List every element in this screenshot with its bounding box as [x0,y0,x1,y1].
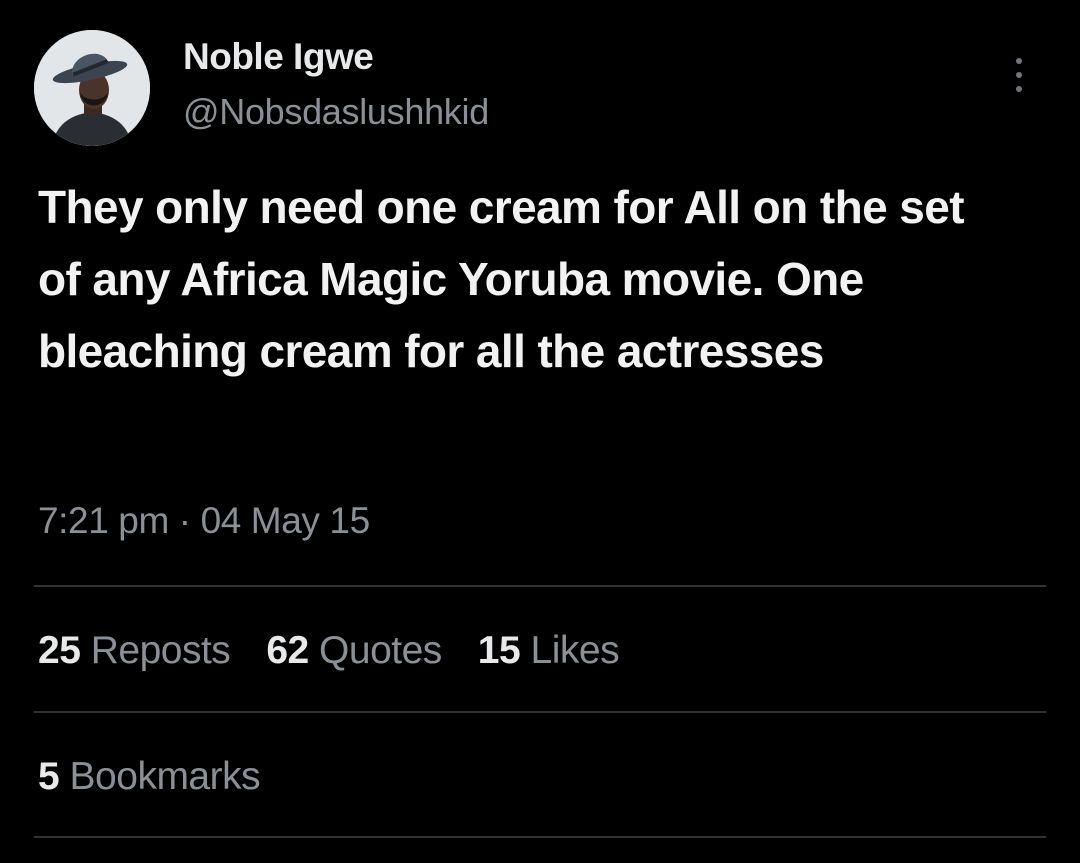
more-options-icon[interactable] [1006,56,1030,96]
author-handle[interactable]: @Nobsdaslushhkid [183,91,489,133]
author-name[interactable]: Noble Igwe [183,36,374,78]
reposts-stat[interactable]: 25 Reposts [38,629,231,673]
divider [34,836,1046,838]
quotes-label: Quotes [319,629,442,672]
tweet-detail: Noble Igwe @Nobsdaslushhkid They only ne… [0,0,1080,863]
divider [34,585,1046,587]
bookmarks-stat[interactable]: 5 Bookmarks [38,755,261,799]
avatar-image [34,30,150,146]
tweet-timestamp[interactable]: 7:21 pm · 04 May 15 [38,500,370,542]
quotes-stat[interactable]: 62 Quotes [266,629,442,673]
likes-label: Likes [530,629,620,672]
bookmarks-count: 5 [38,755,60,798]
divider [34,711,1046,713]
tweet-text: They only need one cream for All on the … [38,181,965,377]
reposts-label: Reposts [90,629,231,672]
reposts-count: 25 [38,629,81,672]
bookmarks-label: Bookmarks [69,755,261,798]
engagement-stats: 25 Reposts 62 Quotes 15 Likes [38,629,655,673]
likes-stat[interactable]: 15 Likes [477,629,620,673]
avatar[interactable] [34,30,150,146]
likes-count: 15 [477,629,521,672]
quotes-count: 62 [266,629,309,672]
